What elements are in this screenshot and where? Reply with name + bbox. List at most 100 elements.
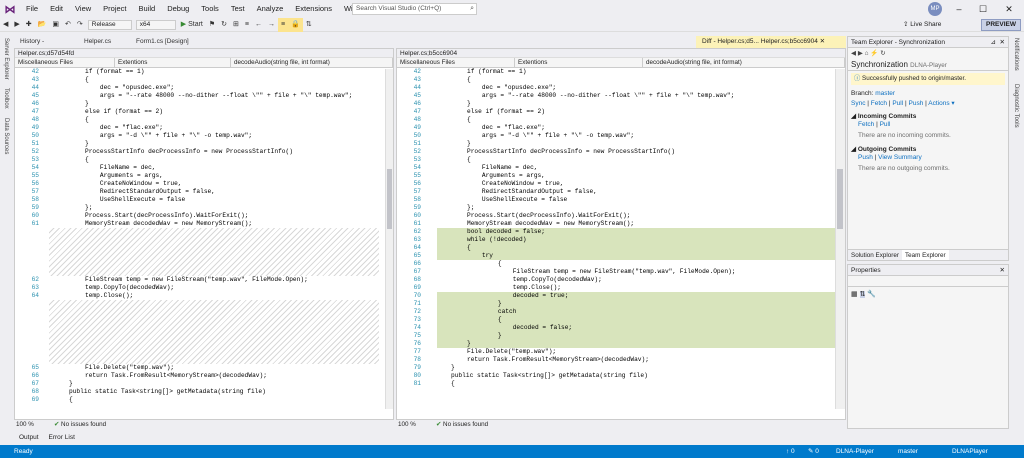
right-code-editor[interactable]: 42 if (format == 1) 43 {44 dec = "opusdec.e… <box>397 68 845 420</box>
nav-forward-icon[interactable]: → <box>265 18 278 32</box>
platform-dropdown[interactable]: x64 <box>135 19 176 30</box>
tab-data-sources[interactable]: Data Sources <box>3 118 9 154</box>
close-panel-icon[interactable]: ✕ <box>1000 265 1005 276</box>
code-line: } <box>85 140 89 147</box>
alphabetical-icon[interactable]: ⇅ <box>859 291 866 298</box>
status-repo[interactable]: DLNA-Player <box>836 445 874 458</box>
tab-history-helper[interactable]: History - Helper.cs <box>14 36 78 57</box>
home-icon[interactable]: ⌂ <box>865 50 869 57</box>
nav-back-icon[interactable]: ← <box>252 18 265 32</box>
menu-bar: File Edit View Project Build Debug Tools Test An… <box>20 0 404 18</box>
toolbar-icon-c[interactable]: ⊞ <box>230 18 242 32</box>
left-code-editor[interactable]: 42 if (format == 1) 43 {44 dec = "opusdec.e… <box>15 68 393 420</box>
undo-icon[interactable]: ↶ <box>62 18 74 32</box>
forward-icon[interactable]: ▶ <box>11 18 22 32</box>
fetch-link[interactable]: Fetch <box>858 121 874 128</box>
forward-icon[interactable]: ▶ <box>858 50 863 57</box>
left-zoom-dropdown[interactable]: 100 % <box>14 420 44 430</box>
tab-form1-design[interactable]: Form1.cs [Design] <box>130 36 200 48</box>
new-item-icon[interactable]: ✚ <box>23 18 35 32</box>
menu-edit[interactable]: Edit <box>44 0 69 18</box>
close-icon[interactable]: ✕ <box>998 0 1020 18</box>
left-tool-tabs: Server Explorer Toolbox Data Sources <box>0 36 14 429</box>
back-icon[interactable]: ◀ <box>851 50 856 57</box>
outgoing-commits-header[interactable]: ◢ Outgoing Commits <box>848 142 1008 153</box>
tab-toolbox[interactable]: Toolbox <box>3 88 9 109</box>
line-number: 63 <box>31 284 39 291</box>
toolbar-icon-a[interactable]: ⚑ <box>206 18 218 32</box>
left-project-dropdown[interactable]: Miscellaneous Files <box>15 58 115 67</box>
action-pull[interactable]: Pull <box>892 100 903 107</box>
right-scrollbar[interactable] <box>835 69 845 409</box>
left-scrollbar[interactable] <box>385 69 393 409</box>
tab-helper[interactable]: Helper.cs <box>78 36 130 48</box>
action-sync[interactable]: Sync <box>851 100 865 107</box>
status-branch[interactable]: master <box>898 445 918 458</box>
line-number: 48 <box>31 116 39 123</box>
right-member-dropdown[interactable]: decodeAudio(string file, int format) <box>643 58 845 67</box>
avatar[interactable]: MP <box>928 2 942 16</box>
wrench-icon[interactable]: 🔧 <box>867 291 876 298</box>
left-member-dropdown[interactable]: decodeAudio(string file, int format) <box>231 58 393 67</box>
incoming-commits-header[interactable]: ◢ Incoming Commits <box>848 109 1008 120</box>
action-actions[interactable]: Actions ▾ <box>928 100 954 107</box>
menu-view[interactable]: View <box>69 0 97 18</box>
maximize-icon[interactable]: ☐ <box>972 0 994 18</box>
search-input[interactable]: Search Visual Studio (Ctrl+Q) ⌕ <box>352 3 477 15</box>
action-fetch[interactable]: Fetch <box>871 100 887 107</box>
menu-file[interactable]: File <box>20 0 44 18</box>
left-type-dropdown[interactable]: Extentions <box>115 58 231 67</box>
close-panel-icon[interactable]: ✕ <box>1000 37 1005 48</box>
right-zoom-dropdown[interactable]: 100 % <box>396 420 426 430</box>
menu-project[interactable]: Project <box>97 0 132 18</box>
menu-extensions[interactable]: Extensions <box>289 0 338 18</box>
preview-button[interactable]: PREVIEW <box>981 19 1021 31</box>
left-scrollbar-thumb[interactable] <box>387 169 392 229</box>
back-icon[interactable]: ◀ <box>0 18 11 32</box>
status-changes[interactable]: ✎ 0 <box>808 445 819 458</box>
right-scrollbar-thumb[interactable] <box>837 169 843 229</box>
live-share-button[interactable]: ⇪ Live Share <box>903 20 941 28</box>
pull-link[interactable]: Pull <box>880 121 891 128</box>
tab-diagnostic-tools[interactable]: Diagnostic Tools <box>1013 84 1019 128</box>
start-button[interactable]: ▶ Start <box>178 18 206 32</box>
connect-icon[interactable]: ⚡ <box>870 50 878 57</box>
menu-debug[interactable]: Debug <box>161 0 195 18</box>
tab-output[interactable]: Output <box>14 431 44 444</box>
push-link[interactable]: Push <box>858 154 873 161</box>
tab-server-explorer[interactable]: Server Explorer <box>3 38 9 80</box>
menu-analyze[interactable]: Analyze <box>251 0 290 18</box>
toolbar-icon-d[interactable]: ≡ <box>242 18 252 32</box>
properties-selector[interactable] <box>848 276 1008 287</box>
toolbar-icon-b[interactable]: ↻ <box>218 18 230 32</box>
tab-solution-explorer[interactable]: Solution Explorer <box>848 250 902 260</box>
view-summary-link[interactable]: View Summary <box>878 154 922 161</box>
menu-tools[interactable]: Tools <box>195 0 225 18</box>
redo-icon[interactable]: ↷ <box>74 18 86 32</box>
tab-diff[interactable]: Diff - Helper.cs;d5... Helper.cs;b5cc690… <box>696 36 846 48</box>
config-dropdown[interactable]: Release <box>87 19 132 30</box>
menu-build[interactable]: Build <box>133 0 162 18</box>
right-issues-indicator: ✔ No issues found <box>436 421 489 428</box>
branch-link[interactable]: master <box>875 90 895 97</box>
open-icon[interactable]: 📂 <box>35 18 50 32</box>
tab-notifications[interactable]: Notifications <box>1013 38 1019 71</box>
close-tab-icon[interactable]: ✕ <box>820 38 825 45</box>
right-project-dropdown[interactable]: Miscellaneous Files <box>397 58 515 67</box>
lock-icon[interactable]: 🔒 <box>288 17 303 32</box>
save-icon[interactable]: ▣ <box>49 18 62 32</box>
refresh-icon[interactable]: ↻ <box>880 50 885 57</box>
tab-team-explorer[interactable]: Team Explorer <box>901 250 949 260</box>
status-commits-up[interactable]: ↑ 0 <box>786 445 795 458</box>
tab-error-list[interactable]: Error List <box>44 431 80 444</box>
right-type-dropdown[interactable]: Extentions <box>515 58 643 67</box>
action-push[interactable]: Push <box>909 100 924 107</box>
menu-test[interactable]: Test <box>225 0 251 18</box>
categorized-icon[interactable]: ▦ <box>851 291 858 298</box>
code-line: dec = "flac.exe"; <box>467 124 545 131</box>
status-solution[interactable]: DLNAPlayer <box>952 445 988 458</box>
toolbar-icon-e[interactable]: ≡ <box>278 17 289 32</box>
pin-icon[interactable]: ⊿ <box>991 37 996 48</box>
toolbar-icon-f[interactable]: ⇅ <box>303 18 315 32</box>
minimize-icon[interactable]: – <box>948 0 970 18</box>
